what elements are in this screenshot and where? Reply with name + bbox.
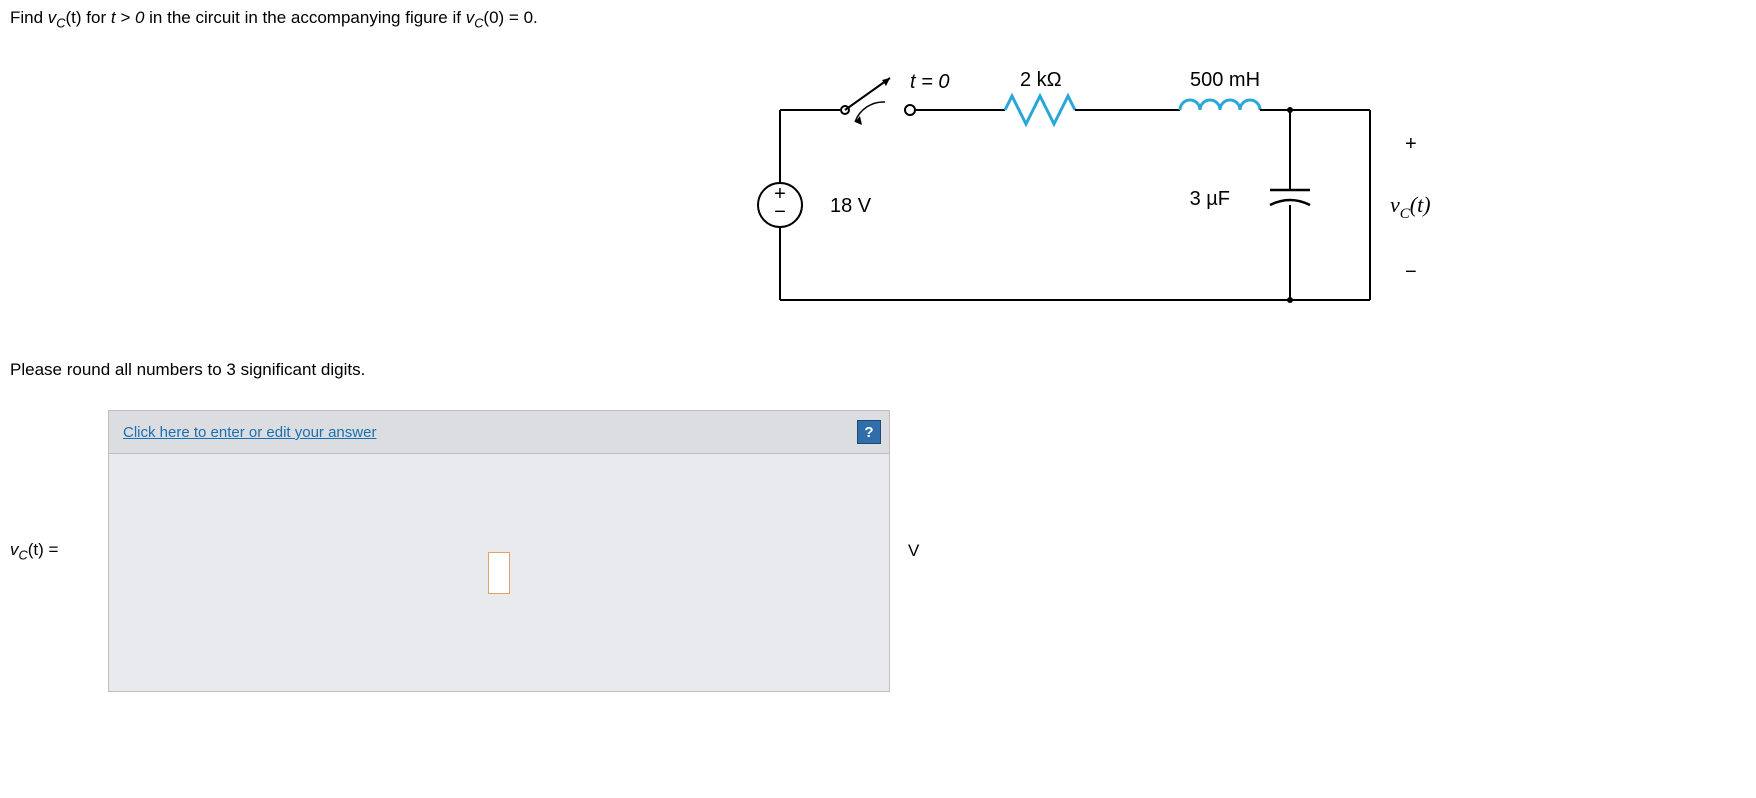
q-prefix: Find <box>10 8 48 27</box>
answer-unit: V <box>908 541 919 561</box>
circuit-svg: + − 18 V t = 0 2 kΩ 500 mH <box>750 60 1470 320</box>
q-mid2: in the circuit in the accompanying figur… <box>144 8 465 27</box>
switch-contact <box>905 105 915 115</box>
answer-box[interactable]: Click here to enter or edit your answer … <box>108 410 890 692</box>
ans-t: (t) = <box>28 540 59 559</box>
answer-row: vC(t) = Click here to enter or edit your… <box>10 410 1746 692</box>
answer-cursor[interactable] <box>488 552 510 594</box>
q-tgt: t > 0 <box>111 8 145 27</box>
resistor-label: 2 kΩ <box>1020 69 1062 91</box>
circuit-figure: + − 18 V t = 0 2 kΩ 500 mH <box>750 60 1746 320</box>
inductor-label: 500 mH <box>1190 69 1260 91</box>
q-sub-c: C <box>56 15 65 30</box>
answer-edit-link[interactable]: Click here to enter or edit your answer <box>123 424 376 441</box>
q-paren-t: (t) <box>66 8 82 27</box>
q-mid1: for <box>82 8 111 27</box>
switch-label: t = 0 <box>910 71 949 93</box>
capacitor-plate-bottom <box>1270 200 1310 205</box>
answer-header: Click here to enter or edit your answer … <box>109 411 889 454</box>
q-vc0: (0) = 0. <box>483 8 537 27</box>
ans-sub: C <box>19 548 28 563</box>
answer-label: vC(t) = <box>10 540 98 562</box>
switch-arm <box>845 78 890 110</box>
inductor-icon <box>1180 100 1260 110</box>
capacitor-label: 3 µF <box>1190 188 1230 210</box>
question-text: Find v C(t) for t > 0 in the circuit in t… <box>10 8 1746 30</box>
source-minus: − <box>774 201 786 223</box>
vc-label: vC(t) <box>1390 192 1431 222</box>
help-button[interactable]: ? <box>857 420 881 444</box>
source-label: 18 V <box>830 195 872 217</box>
q-var-v2: v <box>466 8 475 27</box>
vc-minus: − <box>1405 261 1417 283</box>
resistor-icon <box>1005 96 1075 124</box>
ans-v: v <box>10 540 19 559</box>
answer-body[interactable] <box>109 454 889 691</box>
vc-plus: + <box>1405 133 1417 155</box>
rounding-instruction: Please round all numbers to 3 significan… <box>10 360 1746 380</box>
